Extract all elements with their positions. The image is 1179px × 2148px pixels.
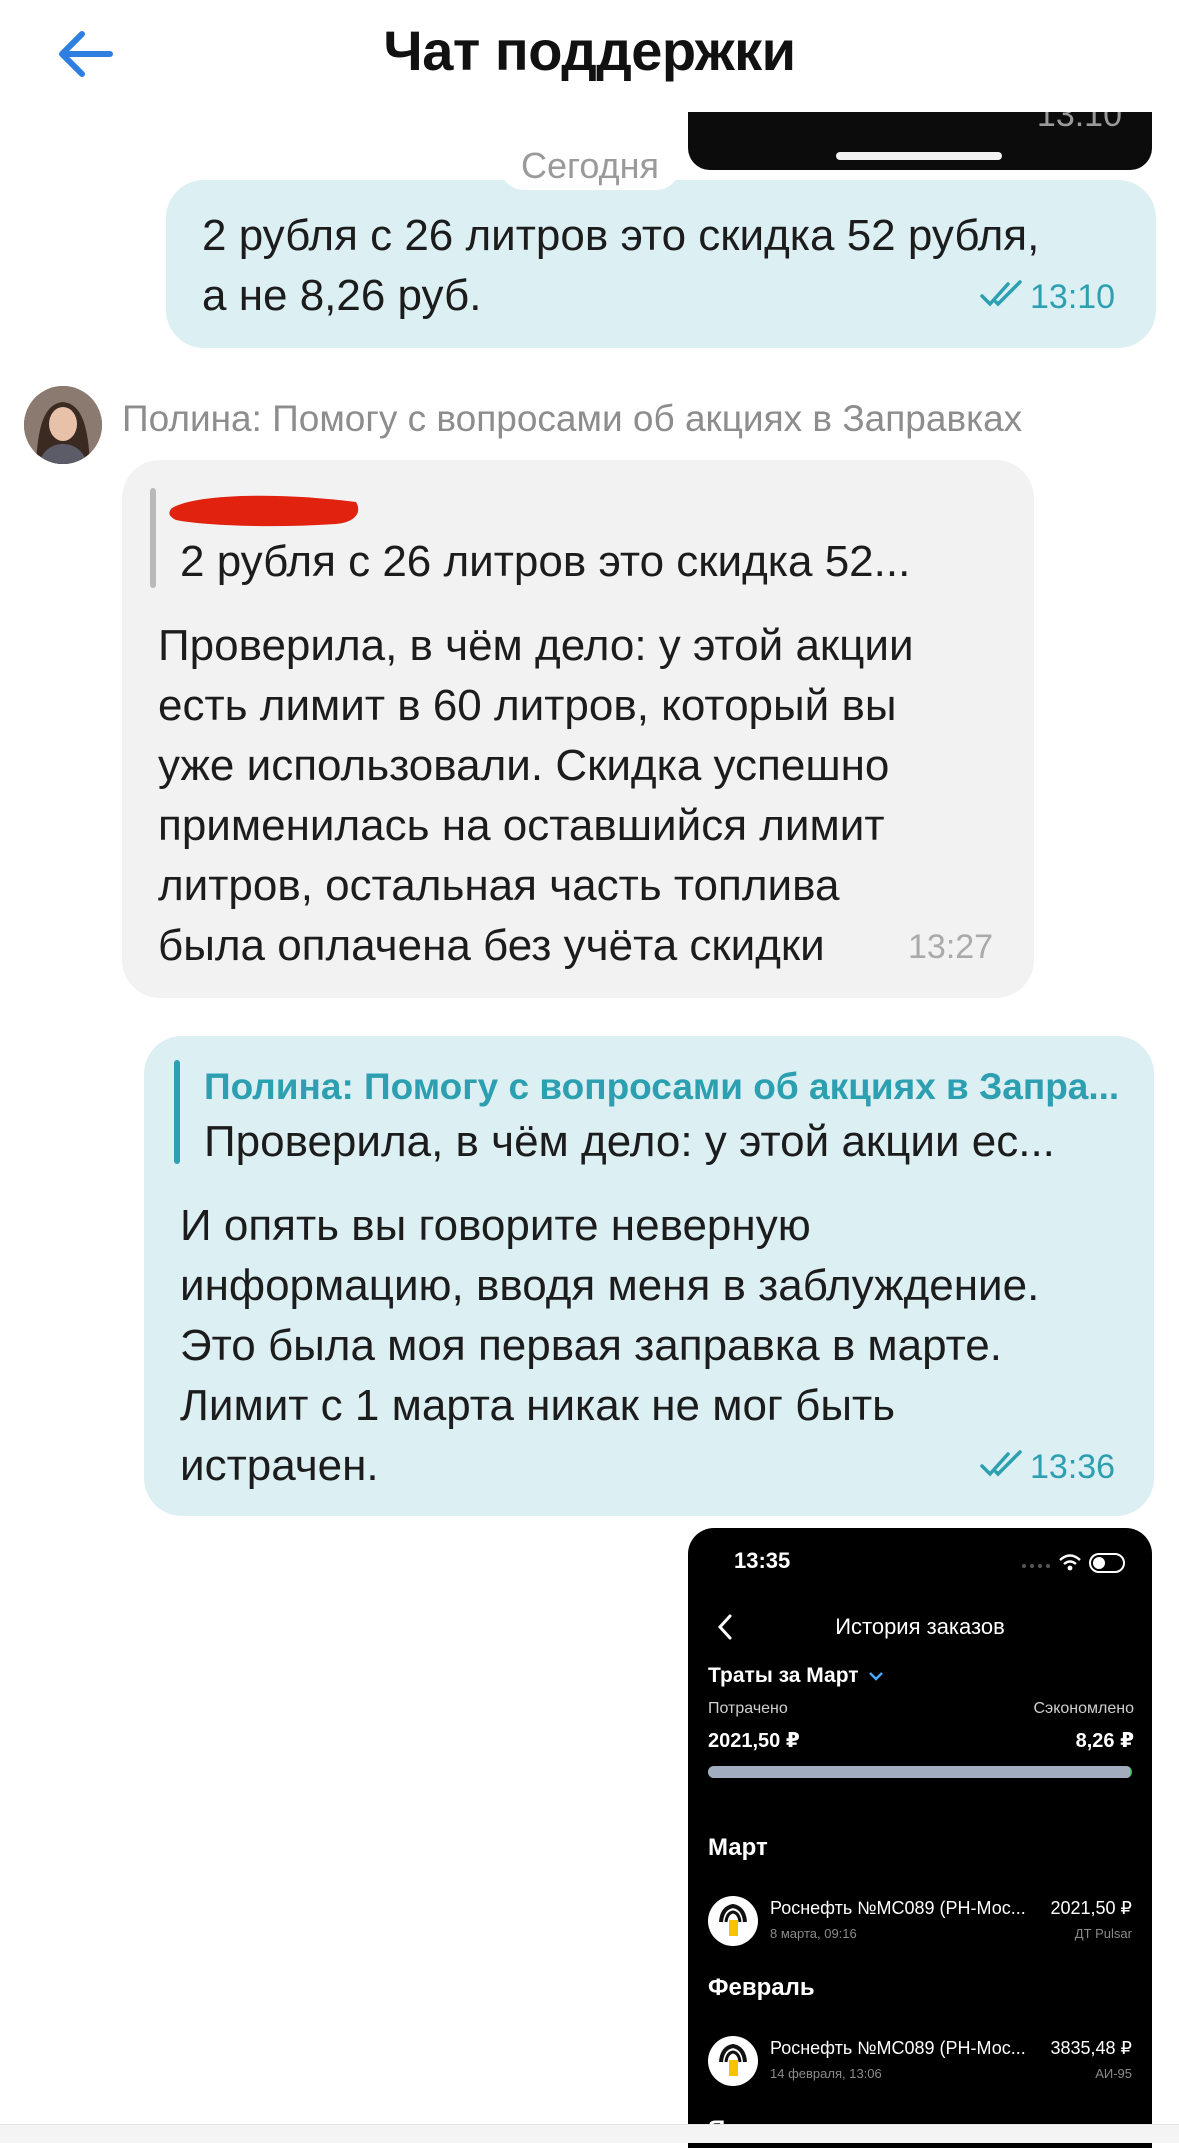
- rosneft-logo-icon: [708, 1896, 758, 1946]
- date-divider: Сегодня: [500, 142, 680, 190]
- message-time: 13:27: [908, 928, 994, 966]
- incoming-message[interactable]: 2 рубля с 26 литров это скидка 52... Про…: [122, 460, 1034, 998]
- rosneft-logo-icon: [708, 2036, 758, 2086]
- message-time: 13:10: [1030, 278, 1116, 316]
- outgoing-message[interactable]: 2 рубля с 26 литров это скидка 52 рубля,…: [166, 180, 1156, 348]
- quote-bar: [150, 488, 156, 588]
- period-selector[interactable]: Траты за Март: [708, 1664, 884, 1688]
- message-line: уже использовали. Скидка успешно: [158, 741, 890, 790]
- order-item[interactable]: Роснефть №МС089 (РН-Мос... 14 февраля, 1…: [688, 2028, 1152, 2098]
- sender-name: Полина: Помогу с вопросами об акциях в З…: [122, 398, 1023, 439]
- message-line: применилась на оставшийся лимит: [158, 801, 885, 850]
- order-amount: 3835,48 ₽: [1050, 2038, 1132, 2058]
- redacted-quote-author: [169, 495, 359, 527]
- page-title: Чат поддержки: [383, 19, 796, 82]
- chevron-down-icon: [869, 1672, 884, 1681]
- period-label: Траты за Март: [708, 1664, 859, 1687]
- fuel-type: ДТ Pulsar: [1074, 1926, 1132, 1941]
- message-line: Проверила, в чём дело: у этой акции: [158, 621, 914, 670]
- fragment-time: 13:10: [1036, 112, 1122, 134]
- status-icons: [1022, 1553, 1125, 1573]
- savings-progress-bar: [708, 1766, 1132, 1778]
- previous-screenshot-fragment[interactable]: 13:10: [688, 112, 1152, 170]
- agent-portrait-icon: [24, 386, 102, 464]
- progress-fill: [708, 1766, 1131, 1778]
- station-name: Роснефть №МС089 (РН-Мос...: [770, 1898, 1026, 1918]
- message-line: информацию, вводя меня в заблуждение.: [180, 1261, 1040, 1310]
- order-item[interactable]: Роснефть №МС089 (РН-Мос... 8 марта, 09:1…: [688, 1888, 1152, 1958]
- outgoing-message[interactable]: Полина: Помогу с вопросами об акциях в З…: [144, 1036, 1154, 1516]
- header-bar: Чат поддержки: [0, 0, 1179, 110]
- spent-label: Потрачено: [708, 1700, 788, 1717]
- saved-value: 8,26 ₽: [1075, 1730, 1134, 1752]
- message-line: есть лимит в 60 литров, который вы: [158, 681, 897, 730]
- order-date: 14 февраля, 13:06: [770, 2066, 882, 2081]
- message-line: И опять вы говорите неверную: [180, 1201, 811, 1250]
- month-header: Март: [708, 1834, 768, 1861]
- quoted-text: Проверила, в чём дело: у этой акции ес..…: [204, 1117, 1055, 1166]
- double-check-icon: [980, 1450, 1022, 1477]
- message-line: Лимит с 1 марта никак не мог быть: [180, 1381, 896, 1430]
- avatar[interactable]: [24, 386, 102, 464]
- month-header: Февраль: [708, 1974, 815, 2001]
- bottom-edge: [0, 2124, 1179, 2143]
- message-line: а не 8,26 руб.: [202, 271, 482, 320]
- station-name: Роснефть №МС089 (РН-Мос...: [770, 2038, 1026, 2058]
- message-line: была оплачена без учёта скидки: [158, 921, 825, 970]
- status-time: 13:35: [734, 1548, 791, 1573]
- order-date: 8 марта, 09:16: [770, 1926, 857, 1941]
- quote-author: Полина: Помогу с вопросами об акциях в З…: [204, 1066, 1120, 1107]
- home-indicator: [836, 152, 1002, 160]
- order-amount: 2021,50 ₽: [1050, 1898, 1132, 1918]
- message-line: Это была моя первая заправка в марте.: [180, 1321, 1002, 1370]
- quoted-text: 2 рубля с 26 литров это скидка 52...: [180, 537, 911, 586]
- saved-label: Сэкономлено: [1033, 1700, 1135, 1717]
- fuel-type: АИ-95: [1095, 2066, 1132, 2081]
- message-time: 13:36: [1030, 1448, 1116, 1486]
- spent-value: 2021,50 ₽: [708, 1730, 800, 1752]
- message-line: литров, остальная часть топлива: [158, 861, 840, 910]
- screen-title: История заказов: [835, 1614, 1005, 1639]
- message-line: 2 рубля с 26 литров это скидка 52 рубля,: [202, 211, 1040, 260]
- quote-bar: [174, 1060, 180, 1164]
- attached-screenshot[interactable]: 13:35 История заказов Траты за Март Потр…: [688, 1528, 1152, 2148]
- message-line: истрачен.: [180, 1441, 379, 1490]
- double-check-icon: [980, 280, 1022, 307]
